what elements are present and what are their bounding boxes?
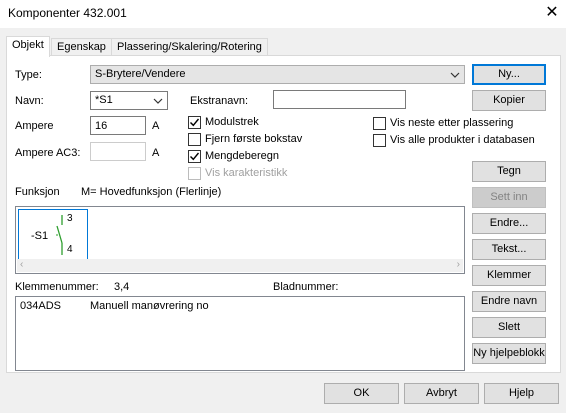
list-item-description: Manuell manøvrering no [90, 300, 209, 312]
navn-combo[interactable]: *S1 [90, 91, 168, 110]
checkbox-box [188, 167, 201, 180]
tab-plassering[interactable]: Plassering/Skalering/Rotering [111, 38, 268, 56]
hjelp-button[interactable]: Hjelp [484, 383, 559, 404]
avbryt-button[interactable]: Avbryt [404, 383, 479, 404]
scroll-left-icon[interactable]: ‹ [20, 259, 23, 270]
slett-button[interactable]: Slett [472, 317, 546, 338]
klemmenummer-label: Klemmenummer: [15, 281, 99, 293]
sett-inn-button[interactable]: Sett inn [472, 187, 546, 208]
ekstranavn-input[interactable] [273, 90, 406, 109]
ny-hjelpeblokk-button[interactable]: Ny hjelpeblokk [472, 343, 546, 364]
funksjon-value: M= Hovedfunksjon (Flerlinje) [81, 186, 222, 198]
checkmark-icon [190, 118, 200, 127]
bladnummer-label: Bladnummer: [273, 281, 339, 293]
list-item-code: 034ADS [20, 300, 61, 312]
switch-contact-icon [56, 215, 63, 255]
fjern-forste-bokstav-label: Fjern første bokstav [205, 133, 303, 145]
ampere-ac3-label: Ampere AC3: [15, 147, 81, 159]
ok-button[interactable]: OK [324, 383, 399, 404]
function-symbol-list[interactable]: -S1 3 4 ‹ › [15, 206, 465, 274]
window-title: Komponenter 432.001 [8, 6, 127, 20]
symbol-name: -S1 [31, 230, 49, 242]
ampere-label: Ampere [15, 120, 54, 132]
navn-label: Navn: [15, 95, 44, 107]
type-value: S-Brytere/Vendere [95, 68, 186, 80]
checkbox-box [373, 117, 386, 130]
chevron-down-icon [153, 98, 163, 104]
tab-egenskap[interactable]: Egenskap [51, 38, 112, 56]
checkmark-icon [190, 152, 200, 161]
funksjon-label: Funksjon [15, 186, 60, 198]
type-select[interactable]: S-Brytere/Vendere [90, 65, 465, 84]
klemmer-button[interactable]: Klemmer [472, 265, 546, 286]
vis-alle-produkter-label: Vis alle produkter i databasen [390, 134, 535, 146]
checkbox-box [188, 116, 201, 129]
endre-navn-button[interactable]: Endre navn [472, 291, 546, 312]
navn-value: *S1 [95, 94, 113, 106]
checkbox-box [188, 150, 201, 163]
tegn-button[interactable]: Tegn [472, 161, 546, 182]
tekst-button[interactable]: Tekst... [472, 239, 546, 260]
ekstranavn-label: Ekstranavn: [190, 95, 249, 107]
type-label: Type: [15, 69, 42, 81]
help-block-list[interactable]: 034ADS Manuell manøvrering no [15, 296, 465, 371]
tab-objekt[interactable]: Objekt [6, 36, 50, 57]
close-icon[interactable]: ✕ [541, 2, 563, 24]
endre-button[interactable]: Endre... [472, 213, 546, 234]
mengdeberegn-label: Mengdeberegn [205, 150, 280, 162]
checkbox-box [373, 134, 386, 147]
ny-button[interactable]: Ny... [472, 64, 546, 85]
checkbox-box [188, 133, 201, 146]
ampere-ac3-input[interactable] [90, 142, 146, 161]
horizontal-scrollbar[interactable]: ‹ › [17, 259, 463, 272]
klemmenummer-value: 3,4 [114, 281, 130, 293]
list-item[interactable]: 034ADS Manuell manøvrering no [16, 300, 464, 314]
kopier-button[interactable]: Kopier [472, 90, 546, 111]
vis-karakteristikk-label: Vis karakteristikk [205, 167, 288, 179]
vis-neste-label: Vis neste etter plassering [390, 117, 514, 129]
ampere-input[interactable]: 16 [90, 116, 146, 135]
ampere-ac3-unit: A [152, 147, 160, 159]
modulstrek-label: Modulstrek [205, 116, 259, 128]
chevron-down-icon [450, 72, 460, 78]
scroll-right-icon[interactable]: › [457, 259, 460, 270]
switch-symbol[interactable]: -S1 3 4 [18, 209, 88, 260]
ampere-unit: A [152, 120, 160, 132]
